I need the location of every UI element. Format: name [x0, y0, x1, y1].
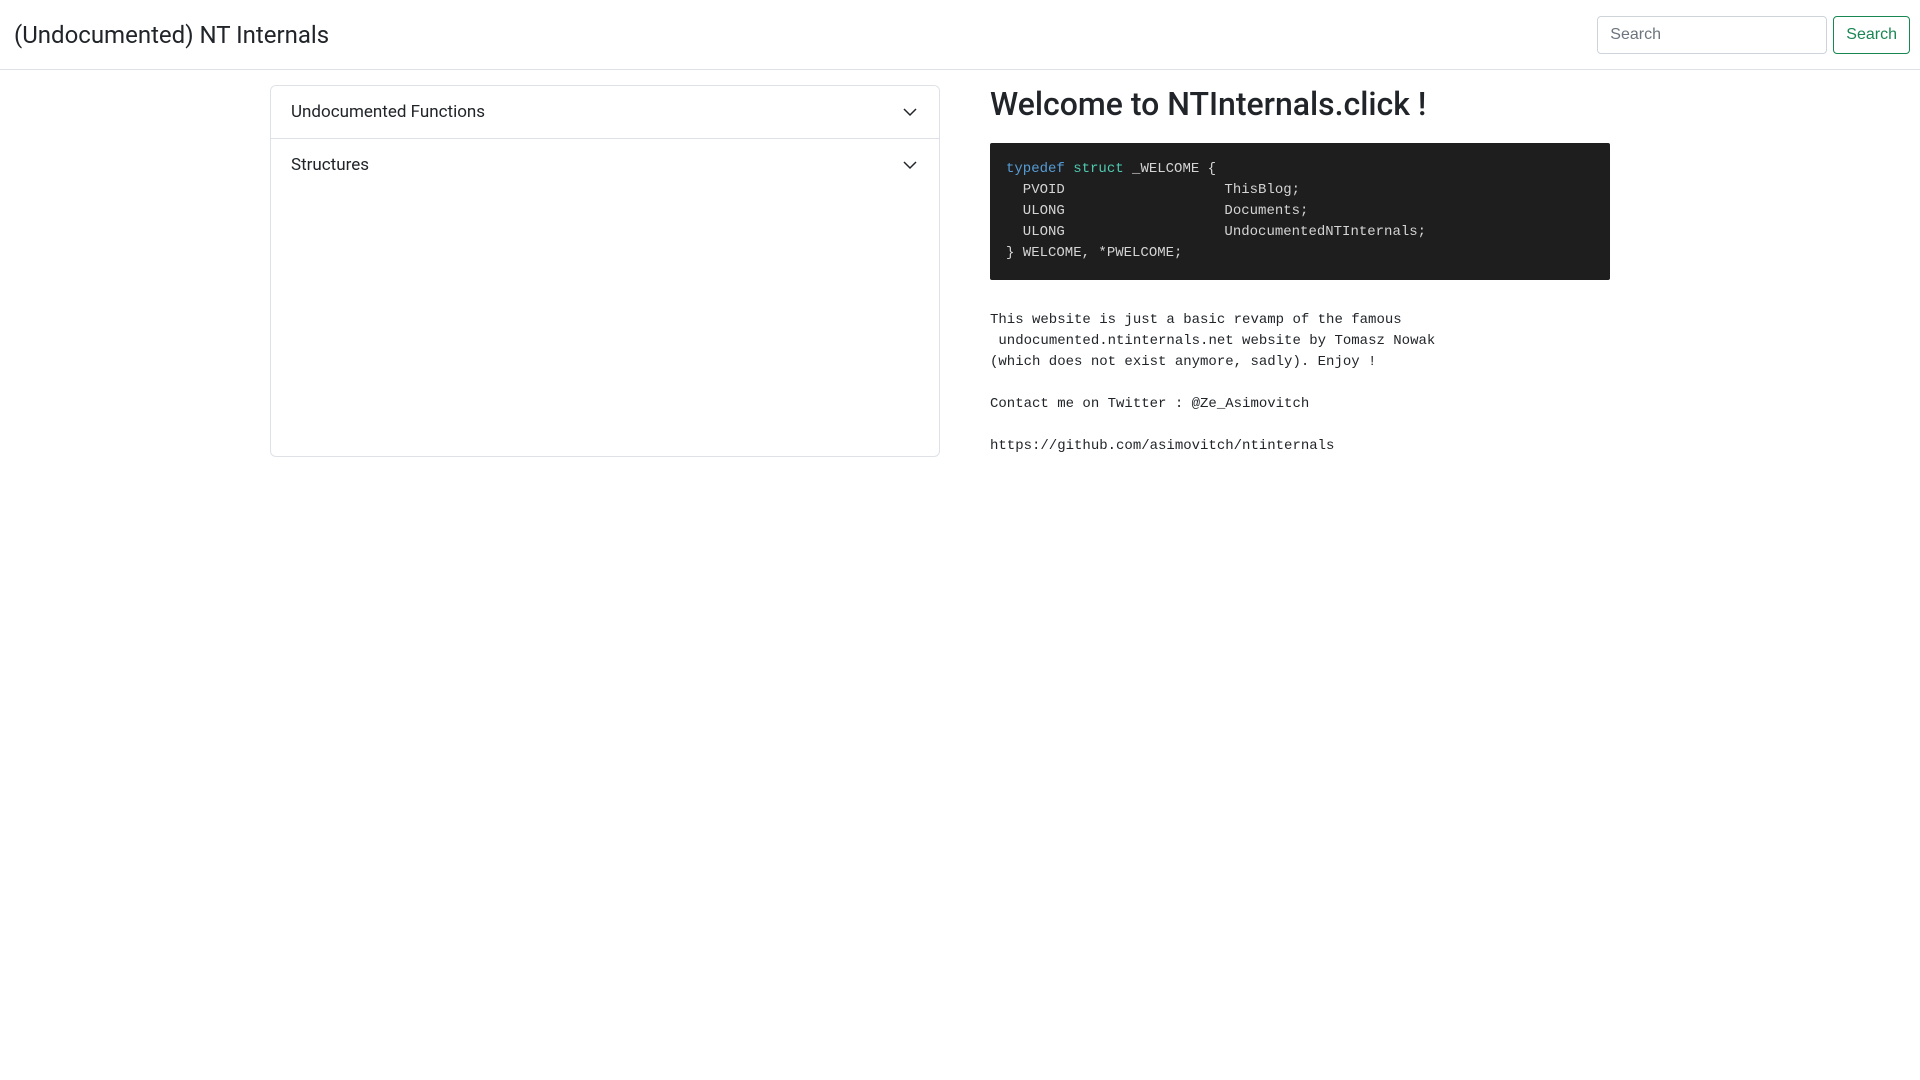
sidebar-accordion: Undocumented Functions Structures: [270, 85, 940, 457]
code-text: ULONG UndocumentedNTInternals;: [1006, 224, 1426, 240]
code-text: PVOID ThisBlog;: [1006, 182, 1300, 198]
description-text: This website is just a basic revamp of t…: [990, 310, 1610, 457]
accordion-header-structures[interactable]: Structures: [271, 139, 939, 191]
search-button[interactable]: Search: [1833, 16, 1910, 54]
accordion-item-structures: Structures: [271, 139, 939, 191]
accordion-label: Structures: [291, 155, 369, 175]
chevron-down-icon: [901, 156, 919, 174]
main-container: Undocumented Functions Structures Welcom…: [0, 70, 1920, 457]
search-area: Search: [1597, 16, 1910, 54]
content-area: Welcome to NTInternals.click ! typedef s…: [990, 85, 1610, 457]
code-text: _WELCOME {: [1124, 161, 1216, 177]
accordion-label: Undocumented Functions: [291, 102, 485, 122]
page-title: Welcome to NTInternals.click !: [990, 85, 1610, 123]
code-text: } WELCOME, *PWELCOME;: [1006, 245, 1182, 261]
navbar: (Undocumented) NT Internals Search: [0, 0, 1920, 70]
chevron-down-icon: [901, 103, 919, 121]
search-input[interactable]: [1597, 16, 1827, 54]
accordion-header-functions[interactable]: Undocumented Functions: [271, 86, 939, 138]
code-text: ULONG Documents;: [1006, 203, 1308, 219]
brand-link[interactable]: (Undocumented) NT Internals: [10, 21, 329, 49]
keyword-typedef: typedef: [1006, 161, 1065, 177]
accordion-item-functions: Undocumented Functions: [271, 86, 939, 139]
code-block: typedef struct _WELCOME { PVOID ThisBlog…: [990, 143, 1610, 280]
keyword-struct: struct: [1073, 161, 1123, 177]
